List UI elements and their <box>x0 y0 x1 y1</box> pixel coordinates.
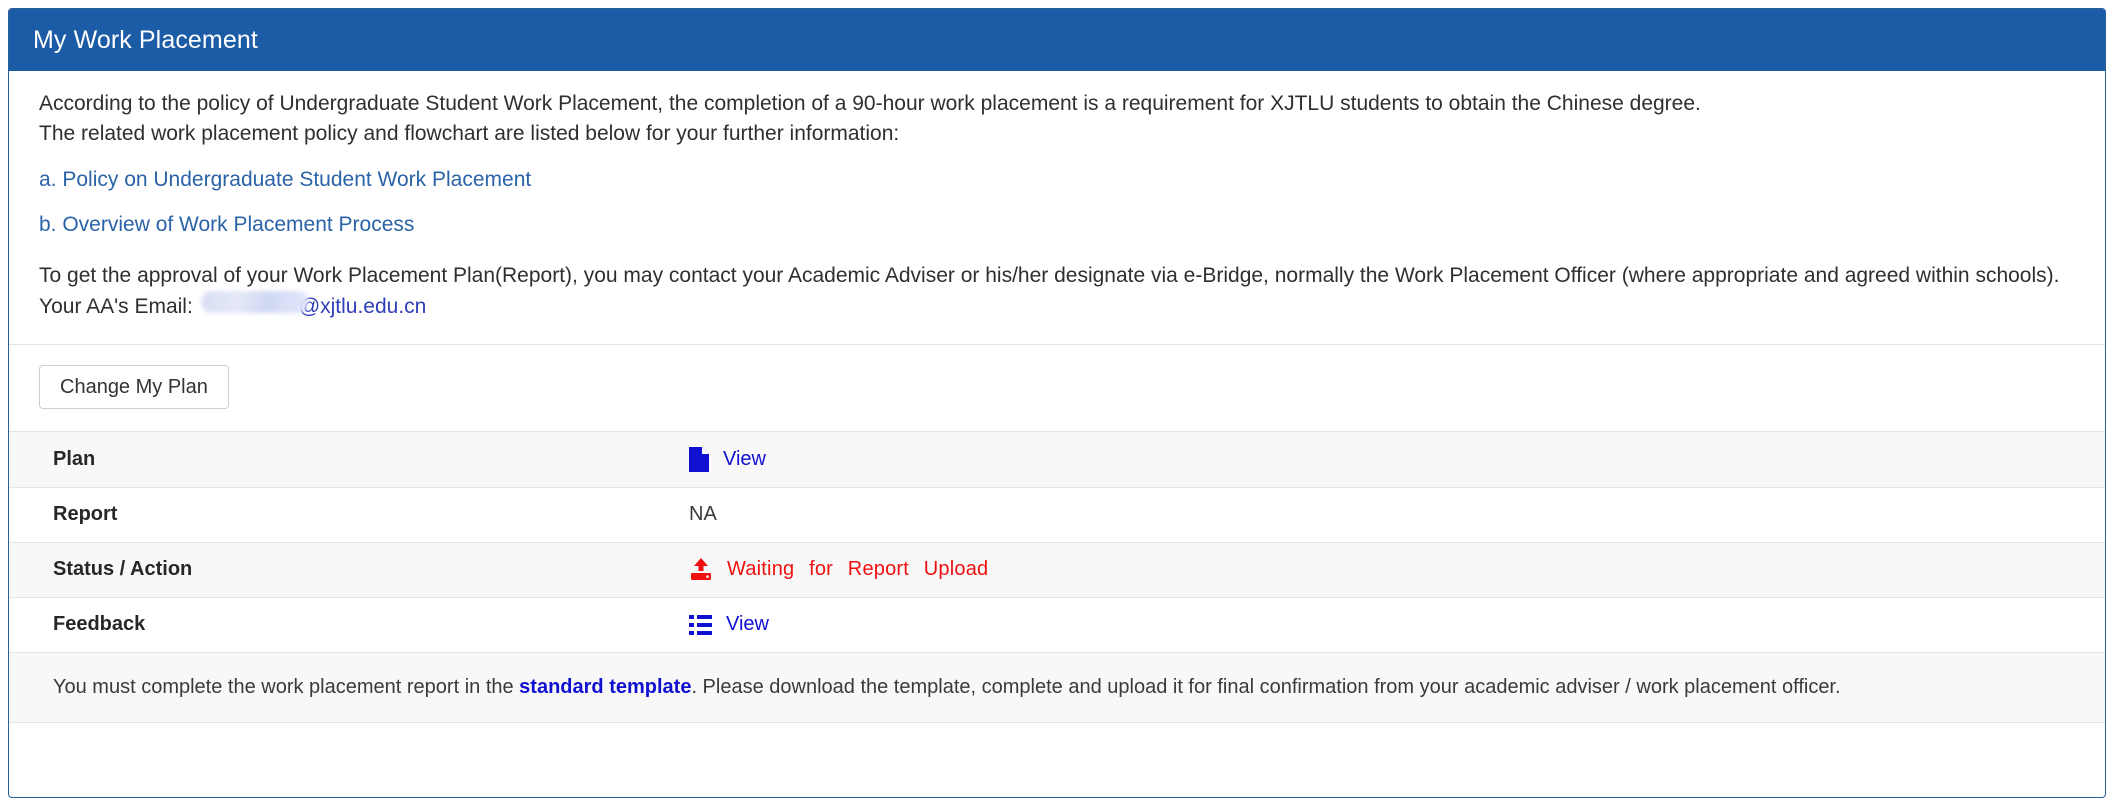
intro-line-1: According to the policy of Undergraduate… <box>39 92 1701 115</box>
table-row: Report NA <box>9 487 2105 542</box>
footnote-cell: You must complete the work placement rep… <box>9 652 2105 722</box>
footnote-text: You must complete the work placement rep… <box>9 673 2105 701</box>
plan-view-link[interactable]: View <box>723 448 766 471</box>
row-label-report: Report <box>53 503 118 525</box>
placement-info-table: Plan View Report NA Status / Action Wait… <box>9 432 2105 723</box>
row-label-plan: Plan <box>53 447 96 470</box>
intro-line-2: The related work placement policy and fl… <box>39 122 900 145</box>
row-value-feedback: View <box>649 597 2105 652</box>
link-policy-undergraduate-work-placement[interactable]: a. Policy on Undergraduate Student Work … <box>39 168 531 191</box>
panel-header: My Work Placement <box>9 9 2105 71</box>
page-title: My Work Placement <box>33 25 258 54</box>
row-value-status-action: Waiting for Report Upload <box>649 542 2105 597</box>
link-overview-work-placement-process[interactable]: b. Overview of Work Placement Process <box>39 213 414 236</box>
intro-section: According to the policy of Undergraduate… <box>9 71 2105 345</box>
table-row: Feedback View <box>9 597 2105 652</box>
overview-link-row: b. Overview of Work Placement Process <box>39 211 2075 239</box>
row-label-feedback: Feedback <box>53 613 146 635</box>
policy-link-row: a. Policy on Undergraduate Student Work … <box>39 166 2075 194</box>
report-status-value: NA <box>689 503 717 525</box>
panel-body: According to the policy of Undergraduate… <box>9 71 2105 723</box>
feedback-view-link[interactable]: View <box>726 613 769 636</box>
row-label-status-action: Status / Action <box>53 558 193 580</box>
approval-section: To get the approval of your Work Placeme… <box>39 261 2075 322</box>
status-badge: Waiting for Report Upload <box>727 558 989 580</box>
table-row: Plan View <box>9 432 2105 487</box>
approval-instructions: To get the approval of your Work Placeme… <box>39 264 2060 287</box>
actions-section: Change My Plan <box>9 345 2105 432</box>
upload-icon[interactable] <box>689 558 713 581</box>
table-row: Status / Action Waiting for Report Uploa… <box>9 542 2105 597</box>
work-placement-panel: My Work Placement According to the polic… <box>8 8 2106 798</box>
footnote-before: You must complete the work placement rep… <box>53 676 520 698</box>
aa-email-domain: @xjtlu.edu.cn <box>298 295 427 318</box>
change-my-plan-button[interactable]: Change My Plan <box>39 365 229 409</box>
redacted-email-local-part <box>200 291 309 313</box>
row-value-plan: View <box>649 432 2105 487</box>
footnote-row: You must complete the work placement rep… <box>9 652 2105 722</box>
aa-email-label: Your AA's Email: <box>39 295 193 318</box>
footnote-after: . Please download the template, complete… <box>691 676 1841 698</box>
aa-email-row: Your AA's Email: @xjtlu.edu.cn <box>39 291 2075 322</box>
standard-template-link[interactable]: standard template <box>519 676 691 698</box>
list-icon <box>689 614 712 635</box>
row-value-report: NA <box>649 487 2105 542</box>
file-icon <box>689 446 709 472</box>
